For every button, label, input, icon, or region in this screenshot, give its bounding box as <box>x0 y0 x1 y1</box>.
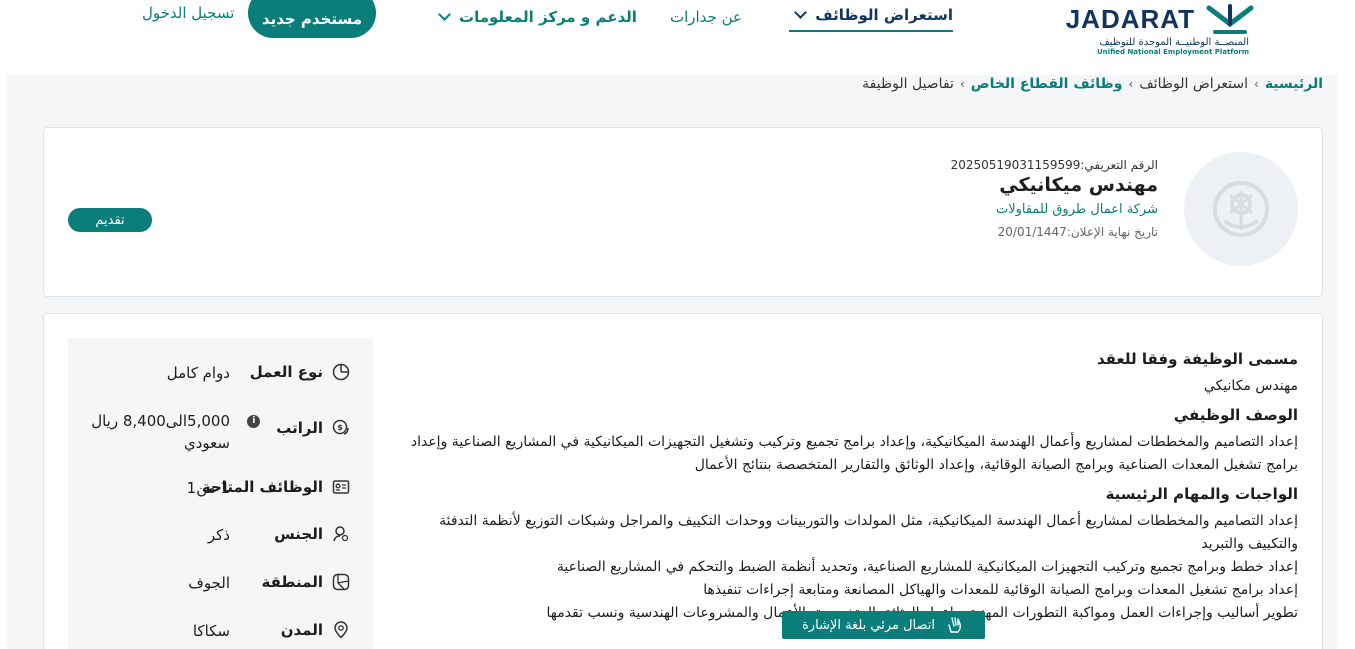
attr-work-type-label-wrap: نوع العمل <box>250 362 351 382</box>
logo-tagline-ar: المنصــة الوطنيــة الموحدة للتوظيف <box>1099 37 1249 48</box>
job-title: مهندس ميكانيكي <box>999 174 1158 196</box>
description-text: إعداد التصاميم والمخططات لمشاريع وأعمال … <box>410 434 1298 473</box>
attr-work-type-label: نوع العمل <box>249 363 323 381</box>
company-logo <box>1184 152 1298 266</box>
attr-region-label: المنطقة <box>261 573 323 591</box>
job-info: الرقم التعريفي:20250519031159599 مهندس م… <box>951 158 1158 239</box>
attr-gender-label-wrap: الجنس <box>274 524 351 544</box>
login-link[interactable]: تسجيل الدخول <box>142 4 234 22</box>
info-icon[interactable]: i <box>247 414 261 428</box>
attr-city-value: سكاكا <box>192 622 230 640</box>
site-header: JADARAT المنصــة الوطنيــة الموحدة للتوظ… <box>0 0 1355 75</box>
new-user-button[interactable]: مستخدم جديد <box>248 0 376 38</box>
logo-emblem-icon <box>1206 4 1254 34</box>
attr-gender-value: ذكر <box>207 526 230 544</box>
breadcrumb-private-sector[interactable]: وظائف القطاع الخاص <box>971 76 1123 92</box>
attr-salary-label-wrap: $ الراتب i <box>247 414 351 438</box>
attr-region-label-wrap: المنطقة <box>262 572 351 592</box>
job-id: الرقم التعريفي:20250519031159599 <box>950 158 1158 172</box>
sign-language-call-button[interactable]: اتصال مرئي بلغة الإشارة <box>782 611 985 639</box>
duty-item: إعداد خطط وبرامج تجميع وتركيب التجهيزات … <box>556 559 1298 575</box>
contract-title-value: مهندس مكانيكي <box>1203 378 1298 394</box>
clock-icon <box>331 362 351 382</box>
id-card-icon <box>331 477 351 497</box>
job-deadline: تاريخ نهاية الإعلان:20/01/1447 <box>997 225 1158 239</box>
nav-browse-jobs[interactable]: استعراض الوظائف <box>789 0 953 32</box>
map-icon <box>331 572 351 592</box>
duties-heading: الواجبات والمهام الرئيسية <box>1105 485 1298 503</box>
sign-language-label: اتصال مرئي بلغة الإشارة <box>801 617 936 633</box>
logo-wordmark: JADARAT <box>1065 3 1195 34</box>
breadcrumb: الرئيسية › استعراض الوظائف › وظائف القطا… <box>862 76 1323 92</box>
jadarat-logo[interactable]: JADARAT المنصــة الوطنيــة الموحدة للتوظ… <box>1060 0 1255 60</box>
duty-item: إعداد برامج تشغيل المعدات وبرامج الصيانة… <box>703 582 1298 598</box>
breadcrumb-home[interactable]: الرئيسية <box>1265 76 1323 92</box>
svg-text:$: $ <box>337 423 343 432</box>
contract-title-heading: مسمى الوظيفة وفقا للعقد <box>1096 350 1298 368</box>
attr-vacancies-value: 1 من1 <box>186 479 230 497</box>
attr-salary-value: 5,000الى8,400 ريال سعودي <box>91 412 230 452</box>
company-emblem-icon <box>1213 181 1269 237</box>
chevron-down-icon <box>438 7 451 21</box>
breadcrumb-separator: › <box>1254 77 1259 91</box>
main-content: الرئيسية › استعراض الوظائف › وظائف القطا… <box>7 75 1337 649</box>
job-attributes-panel: نوع العمل دوام كامل $ الراتب i 5,000الى8… <box>68 338 373 649</box>
job-details-card: مسمى الوظيفة وفقا للعقد مهندس مكانيكي ال… <box>43 313 1323 649</box>
job-description: مسمى الوظيفة وفقا للعقد مهندس مكانيكي ال… <box>388 348 1298 625</box>
location-pin-icon <box>331 620 351 640</box>
nav-about[interactable]: عن جدارات <box>670 0 742 34</box>
logo-brand: JADARAT <box>1066 2 1255 36</box>
nav-support[interactable]: الدعم و مركز المعلومات <box>438 0 637 34</box>
description-heading: الوصف الوظيفي <box>1173 406 1298 424</box>
apply-button[interactable]: تقديم <box>68 208 152 232</box>
breadcrumb-current: تفاصيل الوظيفة <box>862 76 954 92</box>
breadcrumb-separator: › <box>959 77 965 91</box>
attr-gender-label: الجنس <box>274 525 323 543</box>
job-summary-card: الرقم التعريفي:20250519031159599 مهندس م… <box>43 127 1323 297</box>
nav-support-label: الدعم و مركز المعلومات <box>459 8 637 26</box>
breadcrumb-separator: › <box>1128 77 1134 91</box>
chevron-down-icon <box>794 5 808 19</box>
breadcrumb-browse[interactable]: استعراض الوظائف <box>1139 76 1248 92</box>
hand-icon <box>945 615 965 635</box>
company-name[interactable]: شركة اعمال طروق للمقاولات <box>951 202 1158 217</box>
nav-browse-jobs-label: استعراض الوظائف <box>815 6 953 24</box>
attr-region-value: الجوف <box>188 574 230 592</box>
attr-work-type-value: دوام كامل <box>166 364 230 382</box>
attr-city-label: المدن <box>280 621 323 639</box>
attr-city-label-wrap: المدن <box>281 620 351 640</box>
gender-icon <box>331 524 351 544</box>
logo-tagline-en: Unified National Employment Platform <box>1097 48 1249 56</box>
duty-item: إعداد التصاميم والمخططات لمشاريع أعمال ا… <box>439 513 1298 552</box>
money-icon: $ <box>331 418 351 438</box>
nav-about-label: عن جدارات <box>670 8 742 26</box>
attr-salary-label: الراتب <box>276 419 323 437</box>
